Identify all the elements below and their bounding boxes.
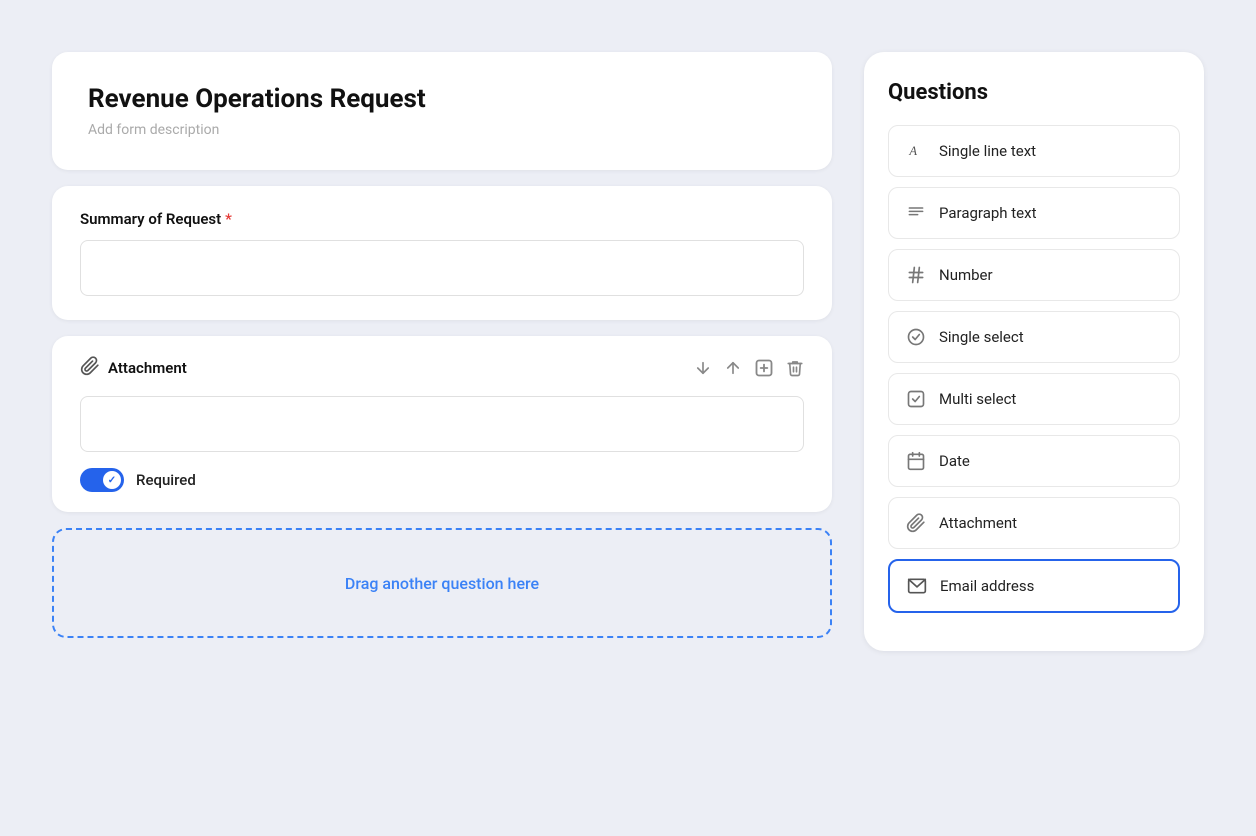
attachment-question-label: Attachment [939, 514, 1017, 532]
multi-select-label: Multi select [939, 390, 1016, 408]
email-icon [906, 575, 928, 597]
paragraph-text-icon [905, 202, 927, 224]
email-label: Email address [940, 577, 1034, 595]
right-panel: Questions A Single line text Paragraph t… [864, 52, 1204, 651]
required-toggle[interactable] [80, 468, 124, 492]
summary-input[interactable] [80, 240, 804, 296]
question-item-single-line-text[interactable]: A Single line text [888, 125, 1180, 177]
summary-field-label: Summary of Request * [80, 210, 804, 228]
drop-zone-text: Drag another question here [345, 574, 539, 593]
number-icon [905, 264, 927, 286]
attachment-label-text: Attachment [108, 359, 187, 377]
left-panel: Revenue Operations Request Add form desc… [52, 52, 832, 638]
move-down-button[interactable] [694, 359, 712, 377]
move-up-button[interactable] [724, 359, 742, 377]
single-line-text-icon: A [905, 140, 927, 162]
paragraph-text-label: Paragraph text [939, 204, 1036, 222]
question-item-paragraph-text[interactable]: Paragraph text [888, 187, 1180, 239]
form-description-placeholder[interactable]: Add form description [88, 122, 796, 138]
delete-field-button[interactable] [786, 359, 804, 377]
summary-field-card: Summary of Request * [52, 186, 832, 320]
required-label: Required [136, 471, 196, 489]
single-select-icon [905, 326, 927, 348]
multi-select-icon [905, 388, 927, 410]
form-header-card: Revenue Operations Request Add form desc… [52, 52, 832, 170]
attachment-card: Attachment [52, 336, 832, 512]
attachment-label-row: Attachment [80, 356, 187, 380]
attachment-input[interactable] [80, 396, 804, 452]
attachment-icon [905, 512, 927, 534]
svg-text:A: A [908, 144, 917, 158]
question-item-attachment[interactable]: Attachment [888, 497, 1180, 549]
form-title: Revenue Operations Request [88, 84, 796, 114]
questions-title: Questions [888, 80, 1180, 105]
question-item-multi-select[interactable]: Multi select [888, 373, 1180, 425]
attachment-header: Attachment [80, 356, 804, 380]
question-item-number[interactable]: Number [888, 249, 1180, 301]
add-field-button[interactable] [754, 358, 774, 378]
question-item-date[interactable]: Date [888, 435, 1180, 487]
question-item-email-address[interactable]: Email address [888, 559, 1180, 613]
drop-zone[interactable]: Drag another question here [52, 528, 832, 638]
required-toggle-row: Required [80, 468, 804, 492]
date-label: Date [939, 452, 970, 470]
paperclip-icon [80, 356, 100, 380]
required-star: * [225, 210, 232, 228]
main-container: Revenue Operations Request Add form desc… [28, 28, 1228, 808]
number-label: Number [939, 266, 993, 284]
question-item-single-select[interactable]: Single select [888, 311, 1180, 363]
attachment-actions [694, 358, 804, 378]
single-line-text-label: Single line text [939, 142, 1036, 160]
date-icon [905, 450, 927, 472]
single-select-label: Single select [939, 328, 1024, 346]
